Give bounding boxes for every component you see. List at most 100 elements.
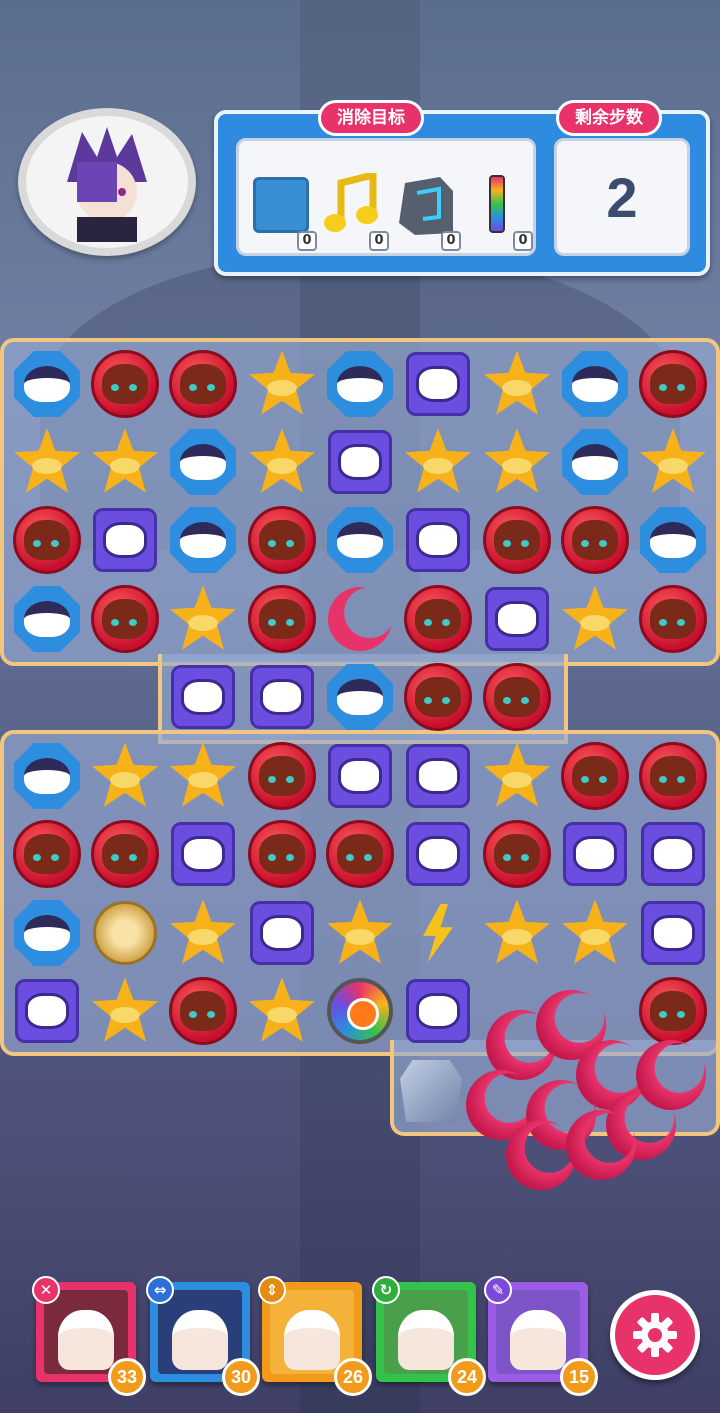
board-tile[interactable] bbox=[401, 582, 475, 656]
skill-badge-icon: ↻ bbox=[372, 1276, 400, 1304]
character-card[interactable]: ⇔ 30 bbox=[146, 1276, 260, 1396]
token-face bbox=[338, 758, 382, 794]
board-tile[interactable] bbox=[88, 974, 162, 1048]
board-tile[interactable] bbox=[558, 503, 632, 577]
board-tile[interactable] bbox=[480, 582, 554, 656]
purple-square-token bbox=[250, 665, 314, 729]
board-tile[interactable] bbox=[323, 896, 397, 970]
board-tile[interactable] bbox=[401, 817, 475, 891]
token-face bbox=[102, 364, 148, 404]
board-tile[interactable] bbox=[10, 739, 84, 813]
red-token bbox=[169, 350, 237, 418]
yellow-star-token bbox=[562, 585, 628, 650]
board-tile[interactable] bbox=[166, 739, 240, 813]
board-tile[interactable] bbox=[401, 503, 475, 577]
gold-helmet-special bbox=[93, 901, 157, 965]
board-tile[interactable] bbox=[323, 347, 397, 421]
board-tile[interactable] bbox=[636, 503, 710, 577]
board-tile[interactable] bbox=[401, 739, 475, 813]
board-tile[interactable] bbox=[636, 896, 710, 970]
board-tile[interactable] bbox=[10, 974, 84, 1048]
board-tile[interactable] bbox=[10, 817, 84, 891]
board-tile[interactable] bbox=[88, 503, 162, 577]
board-tile[interactable] bbox=[480, 503, 554, 577]
token-face bbox=[651, 915, 695, 951]
board-tile[interactable] bbox=[245, 347, 319, 421]
board-tile[interactable] bbox=[480, 347, 554, 421]
board-tile[interactable] bbox=[166, 425, 240, 499]
character-card[interactable]: ↻ 24 bbox=[372, 1276, 486, 1396]
board-tile[interactable] bbox=[245, 896, 319, 970]
character-card[interactable]: ✎ 15 bbox=[484, 1276, 598, 1396]
board-tile[interactable] bbox=[636, 817, 710, 891]
board-tile[interactable] bbox=[323, 660, 397, 734]
board-tile[interactable] bbox=[636, 425, 710, 499]
board-tile[interactable] bbox=[245, 425, 319, 499]
board-tile[interactable] bbox=[245, 582, 319, 656]
board-tile[interactable] bbox=[166, 817, 240, 891]
settings-button[interactable] bbox=[610, 1290, 700, 1380]
board-tile[interactable] bbox=[401, 660, 475, 734]
board-tile[interactable] bbox=[166, 974, 240, 1048]
board-tile[interactable] bbox=[636, 582, 710, 656]
board-tile[interactable] bbox=[636, 739, 710, 813]
board-tile[interactable] bbox=[166, 896, 240, 970]
board-tile[interactable] bbox=[245, 503, 319, 577]
board-tile[interactable] bbox=[558, 739, 632, 813]
board-tile[interactable] bbox=[88, 739, 162, 813]
board-tile[interactable] bbox=[10, 347, 84, 421]
board-tile[interactable] bbox=[10, 425, 84, 499]
board-tile[interactable] bbox=[166, 503, 240, 577]
token-face bbox=[658, 458, 688, 474]
red-token bbox=[91, 820, 159, 888]
board-tile[interactable] bbox=[323, 739, 397, 813]
board-tile[interactable] bbox=[558, 817, 632, 891]
board-tile[interactable] bbox=[166, 660, 240, 734]
board-tile[interactable] bbox=[480, 817, 554, 891]
board-tile[interactable] bbox=[558, 425, 632, 499]
board-tile[interactable] bbox=[245, 739, 319, 813]
character-card[interactable]: ⇕ 26 bbox=[258, 1276, 372, 1396]
board-tile[interactable] bbox=[480, 425, 554, 499]
purple-square-token bbox=[328, 744, 392, 808]
board-tile[interactable] bbox=[401, 425, 475, 499]
board-tile[interactable] bbox=[323, 425, 397, 499]
red-token bbox=[483, 506, 551, 574]
board-tile[interactable] bbox=[88, 582, 162, 656]
token-face bbox=[188, 772, 218, 788]
board-tile[interactable] bbox=[401, 896, 475, 970]
blue-octagon-token bbox=[327, 351, 393, 417]
board-tile[interactable] bbox=[323, 503, 397, 577]
token-face bbox=[416, 836, 460, 872]
board-tile[interactable] bbox=[166, 347, 240, 421]
character-card[interactable]: ✕ 33 bbox=[32, 1276, 146, 1396]
board-tile[interactable] bbox=[323, 582, 397, 656]
board-tile[interactable] bbox=[480, 739, 554, 813]
board-tile[interactable] bbox=[10, 896, 84, 970]
token-face bbox=[572, 520, 618, 560]
board-tile[interactable] bbox=[166, 582, 240, 656]
board-tile[interactable] bbox=[323, 817, 397, 891]
board-tile[interactable] bbox=[558, 582, 632, 656]
board-tile[interactable] bbox=[10, 582, 84, 656]
blue-octagon-token bbox=[14, 586, 80, 652]
board-tile[interactable] bbox=[88, 425, 162, 499]
board-tile[interactable] bbox=[480, 896, 554, 970]
board-tile[interactable] bbox=[480, 660, 554, 734]
board-tile[interactable] bbox=[88, 347, 162, 421]
token-face bbox=[494, 520, 540, 560]
board-tile[interactable] bbox=[245, 974, 319, 1048]
board-tile[interactable] bbox=[245, 817, 319, 891]
red-token bbox=[248, 506, 316, 574]
board-tile[interactable] bbox=[401, 347, 475, 421]
board-tile[interactable] bbox=[88, 896, 162, 970]
board-tile[interactable] bbox=[10, 503, 84, 577]
board-tile[interactable] bbox=[88, 817, 162, 891]
board-tile[interactable] bbox=[245, 660, 319, 734]
board-tile[interactable] bbox=[558, 896, 632, 970]
token-face bbox=[572, 366, 618, 402]
purple-square-token bbox=[641, 901, 705, 965]
board-tile[interactable] bbox=[558, 347, 632, 421]
board-tile[interactable] bbox=[323, 974, 397, 1048]
board-tile[interactable] bbox=[636, 347, 710, 421]
